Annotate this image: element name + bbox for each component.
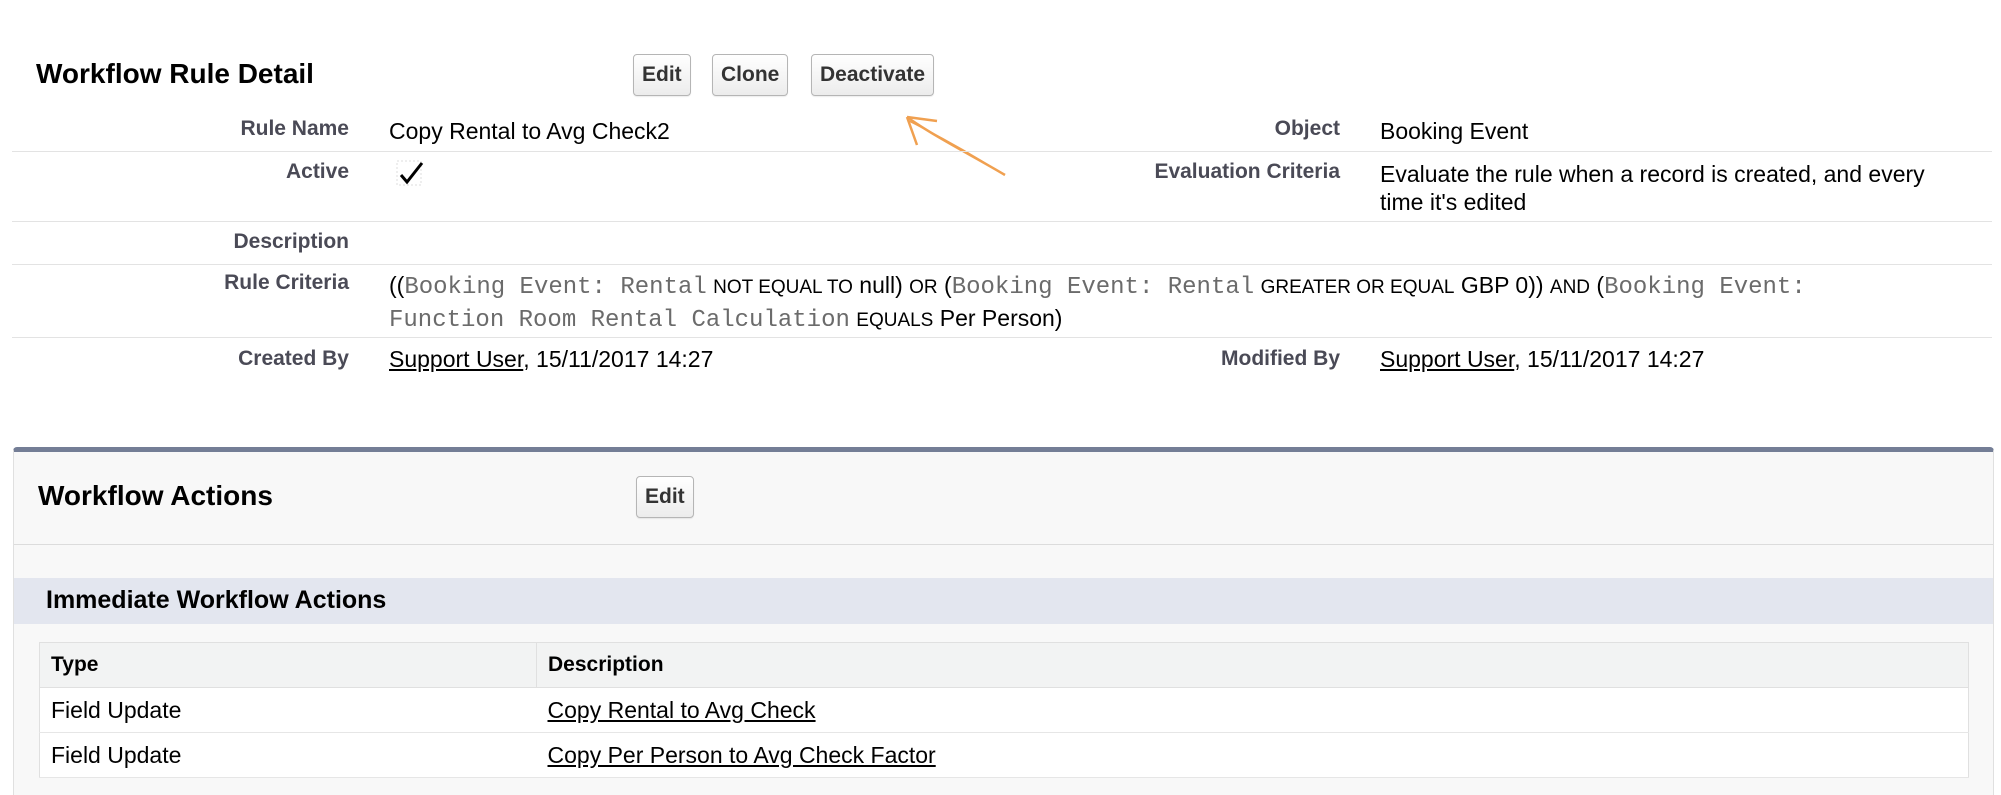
modified-by-label: Modified By (1221, 347, 1340, 370)
table-row: Field Update Copy Per Person to Avg Chec… (39, 732, 1969, 778)
action-description-link[interactable]: Copy Per Person to Avg Check Factor (548, 742, 936, 768)
edit-button[interactable]: Edit (633, 54, 691, 96)
criteria-operator: GREATER OR EQUAL (1260, 277, 1455, 298)
criteria-field: Booking Event: Rental (404, 274, 707, 301)
criteria-operator: NOT EQUAL TO (713, 277, 853, 298)
action-description-link[interactable]: Copy Rental to Avg Check (548, 697, 816, 723)
table-row: Field Update Copy Rental to Avg Check (39, 687, 1969, 733)
evaluation-criteria-label: Evaluation Criteria (1154, 160, 1340, 183)
criteria-join: OR (909, 277, 938, 298)
criteria-value: GBP 0)) (1460, 272, 1544, 298)
criteria-join: AND (1549, 277, 1591, 298)
page-title: Workflow Rule Detail (36, 58, 314, 89)
evaluation-criteria-value: Evaluate the rule when a record is creat… (1380, 161, 1925, 215)
table-header-row: Type Description (39, 642, 1969, 688)
object-label: Object (1274, 117, 1340, 140)
clone-button[interactable]: Clone (712, 54, 789, 96)
criteria-field: Booking Event: (1604, 274, 1806, 301)
immediate-actions-header: Immediate Workflow Actions (14, 578, 1993, 624)
criteria-value: Per Person) (939, 305, 1063, 331)
immediate-actions-table: Type Description Field Update Copy Renta… (39, 642, 1969, 778)
criteria-value: null) (859, 272, 903, 298)
action-type: Field Update (39, 732, 537, 778)
created-by-label: Created By (238, 347, 349, 370)
created-by-date: , 15/11/2017 14:27 (523, 346, 714, 372)
active-label: Active (285, 160, 349, 183)
workflow-actions-title: Workflow Actions (38, 480, 273, 511)
workflow-actions-edit-button[interactable]: Edit (636, 476, 694, 518)
deactivate-button[interactable]: Deactivate (811, 54, 935, 96)
rule-name-value: Copy Rental to Avg Check2 (389, 118, 670, 144)
checkmark-icon (396, 160, 426, 190)
modified-by-value: Support User, 15/11/2017 14:27 (1380, 345, 1704, 373)
modified-by-user-link[interactable]: Support User (1380, 346, 1514, 372)
criteria-field: Function Room Rental Calculation (389, 307, 850, 334)
rule-name-label: Rule Name (240, 117, 349, 140)
criteria-paren: (( (389, 272, 405, 298)
immediate-actions-title: Immediate Workflow Actions (46, 586, 387, 614)
rule-criteria-value: ((Booking Event: Rental NOT EQUAL TO nul… (389, 270, 1989, 336)
object-value: Booking Event (1380, 118, 1529, 144)
description-label: Description (233, 230, 349, 253)
criteria-field: Booking Event: Rental (951, 274, 1255, 301)
workflow-actions-panel: Workflow Actions Edit Immediate Workflow… (13, 447, 1994, 795)
panel-divider (14, 544, 1993, 545)
created-by-value: Support User, 15/11/2017 14:27 (389, 345, 713, 373)
created-by-user-link[interactable]: Support User (389, 346, 523, 372)
column-header-type: Type (39, 642, 537, 688)
criteria-paren: ( (944, 272, 952, 298)
column-header-description: Description (536, 642, 1969, 688)
rule-criteria-label: Rule Criteria (224, 271, 349, 294)
modified-by-date: , 15/11/2017 14:27 (1514, 346, 1705, 372)
criteria-paren: ( (1596, 272, 1605, 298)
criteria-operator: EQUALS (856, 310, 934, 331)
action-type: Field Update (39, 687, 537, 733)
